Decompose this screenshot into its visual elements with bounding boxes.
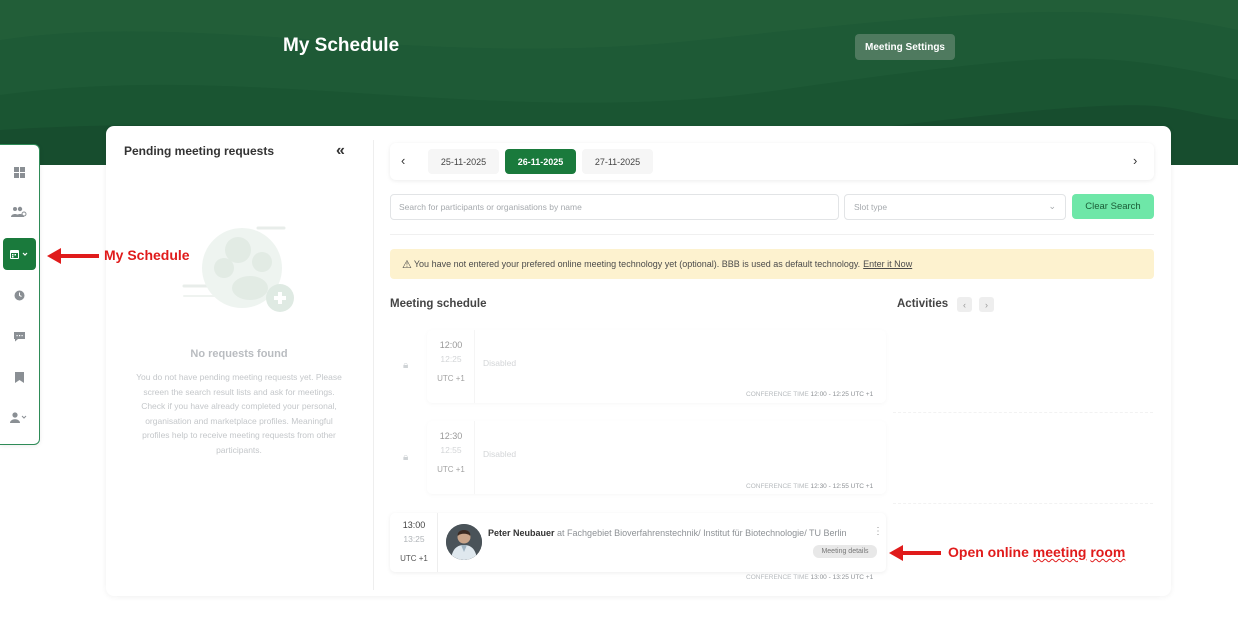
slot-timezone: UTC +1 (437, 374, 465, 383)
annotation-room: room (1090, 544, 1126, 560)
annotation-my-schedule: My Schedule (104, 247, 190, 263)
slot-time-column: 12:30 12:55 UTC +1 (427, 421, 475, 494)
slot-start-time: 12:30 (439, 431, 463, 441)
lock-icon: 🔒︎ (403, 360, 409, 371)
conference-time: CONFERENCE TIME 12:00 - 12:25 UTC +1 (746, 391, 873, 398)
conference-time: CONFERENCE TIME 12:30 - 12:55 UTC +1 (746, 483, 873, 490)
next-date-chevron-icon[interactable]: › (1133, 153, 1137, 168)
warning-icon: ⚠ (402, 258, 412, 271)
participant-organisation: at Fachgebiet Bioverfahrenstechnik/ Inst… (557, 528, 847, 538)
activities-title: Activities (897, 298, 949, 310)
user-icon[interactable] (0, 404, 38, 430)
clear-search-button[interactable]: Clear Search (1072, 194, 1154, 219)
no-requests-title: No requests found (190, 348, 288, 360)
meeting-details-button[interactable]: Meeting details (813, 545, 877, 558)
pending-requests-title: Pending meeting requests (124, 144, 275, 158)
meeting-technology-warning: ⚠ You have not entered your prefered onl… (390, 249, 1154, 279)
annotation-meeting: meeting (1032, 544, 1087, 560)
slot-end-time: 13:25 (403, 534, 425, 544)
annotation-arrow-left-icon (47, 248, 99, 264)
activities-prev-chevron-icon[interactable]: ‹ (957, 297, 972, 312)
empty-requests-illustration (180, 218, 300, 323)
annotation-open-online: Open online (948, 544, 1029, 560)
activities-next-chevron-icon[interactable]: › (979, 297, 994, 312)
participant-info: Peter Neubauer at Fachgebiet Bioverfahre… (488, 528, 847, 538)
collapse-panel-icon[interactable]: « (336, 142, 345, 160)
more-options-icon[interactable]: ⋮ (873, 526, 883, 537)
activity-row-divider (893, 412, 1153, 413)
chat-icon[interactable] (0, 323, 38, 349)
clock-icon[interactable] (0, 282, 38, 308)
meeting-settings-button[interactable]: Meeting Settings (855, 34, 955, 60)
page-title: My Schedule (283, 35, 400, 56)
conference-time-label: CONFERENCE TIME (746, 483, 809, 490)
participant-avatar[interactable] (446, 524, 482, 560)
lock-icon: 🔒︎ (403, 452, 409, 463)
conference-time-value: 12:00 - 12:25 UTC +1 (810, 391, 874, 398)
slot-status: Disabled (483, 449, 517, 459)
slot-type-select[interactable]: Slot type ⌄ (844, 194, 1066, 220)
date-tab-26-11-2025[interactable]: 26-11-2025 (505, 149, 576, 174)
people-icon[interactable] (0, 199, 38, 225)
slot-start-time: 12:00 (439, 340, 463, 350)
panel-divider (373, 140, 374, 590)
search-divider (390, 234, 1154, 235)
dashboard-icon[interactable] (0, 159, 38, 185)
participant-name[interactable]: Peter Neubauer (488, 528, 555, 538)
slot-timezone: UTC +1 (437, 465, 465, 474)
slot-start-time: 13:00 (402, 520, 426, 530)
slot-timezone: UTC +1 (400, 554, 428, 563)
bookmark-icon[interactable] (0, 364, 38, 390)
slot-time-column: 12:00 12:25 UTC +1 (427, 330, 475, 403)
slot-end-time: 12:25 (440, 354, 462, 364)
slot-end-time: 12:55 (440, 445, 462, 455)
activity-row-divider (893, 503, 1153, 504)
no-requests-description: You do not have pending meeting requests… (136, 372, 342, 455)
conference-time-label: CONFERENCE TIME (746, 574, 809, 581)
slot-time-column: 13:00 13:25 UTC +1 (390, 513, 438, 572)
page-root: My Schedule Meeting Settings Pending mee… (0, 0, 1238, 621)
date-tab-27-11-2025[interactable]: 27-11-2025 (582, 149, 653, 174)
slot-status: Disabled (483, 358, 517, 368)
previous-date-chevron-icon[interactable]: ‹ (401, 153, 405, 168)
conference-time-value: 13:00 - 13:25 UTC +1 (810, 574, 874, 581)
annotation-open-meeting-room: Open online meeting room (948, 544, 1125, 560)
date-tab-25-11-2025[interactable]: 25-11-2025 (428, 149, 499, 174)
enter-it-now-link[interactable]: Enter it Now (863, 259, 912, 269)
meeting-schedule-title: Meeting schedule (390, 298, 487, 310)
warning-text: You have not entered your prefered onlin… (413, 259, 861, 269)
conference-time-label: CONFERENCE TIME (746, 391, 809, 398)
side-navigation (0, 144, 40, 445)
annotation-arrow-left-icon (889, 545, 941, 561)
conference-time-value: 12:30 - 12:55 UTC +1 (810, 483, 874, 490)
calendar-icon[interactable] (3, 238, 36, 270)
participant-search-input[interactable]: Search for participants or organisations… (390, 194, 839, 220)
slot-type-placeholder: Slot type (854, 202, 888, 212)
conference-time: CONFERENCE TIME 13:00 - 13:25 UTC +1 (746, 574, 873, 581)
chevron-down-icon: ⌄ (1048, 201, 1056, 211)
